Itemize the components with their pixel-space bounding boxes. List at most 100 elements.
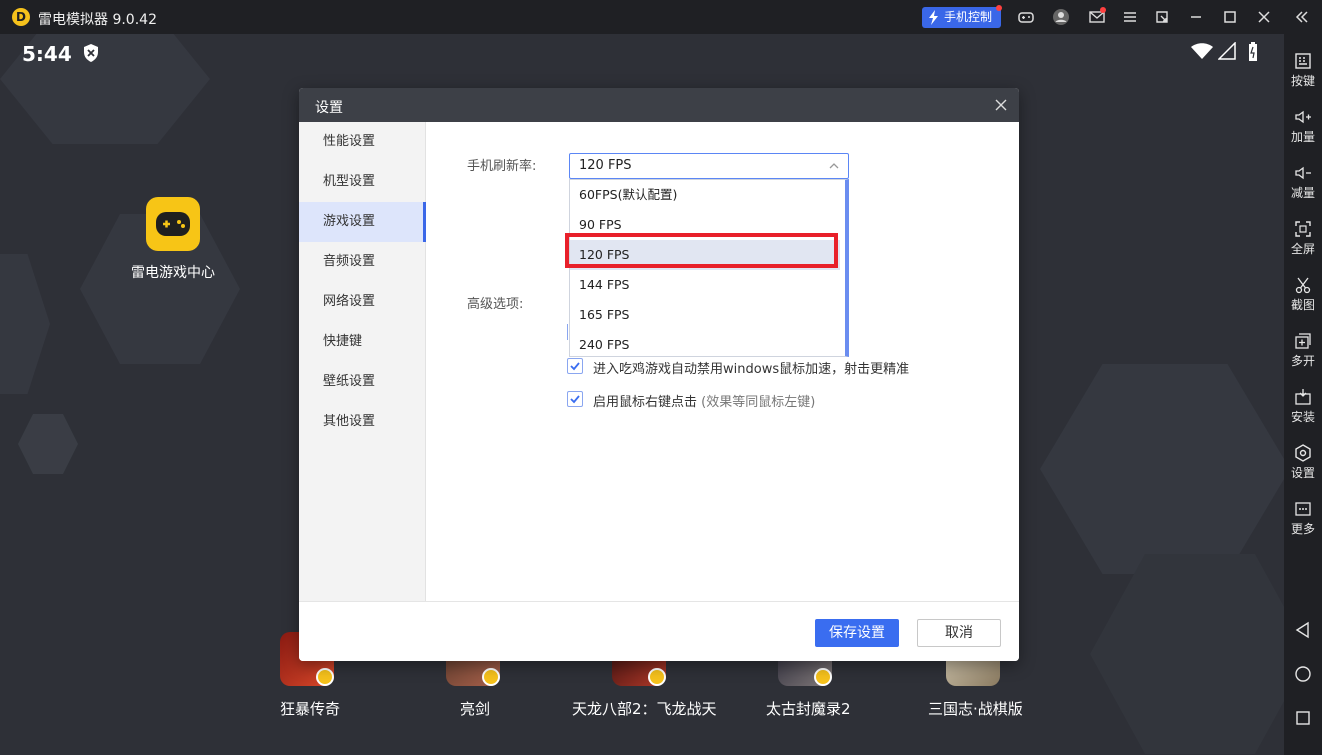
toolbar-label: 加量 <box>1290 130 1315 144</box>
minimize-icon[interactable] <box>1187 8 1205 26</box>
collapse-sidebar-icon[interactable] <box>1293 8 1311 26</box>
save-button[interactable]: 保存设置 <box>815 619 899 647</box>
toolbar-label: 减量 <box>1290 186 1315 200</box>
toolbar-label: 截图 <box>1290 298 1315 312</box>
emulator-badge-icon <box>316 668 334 686</box>
home-circle-icon <box>1295 666 1311 682</box>
settings-button[interactable]: 设置 <box>1284 432 1322 484</box>
maximize-icon[interactable] <box>1221 8 1239 26</box>
back-button[interactable] <box>1294 621 1312 639</box>
right-click-main: 启用鼠标右键点击 <box>593 395 698 410</box>
nav-other[interactable]: 其他设置 <box>299 402 426 442</box>
battery-icon <box>1249 42 1257 61</box>
signal-icon <box>1218 42 1236 60</box>
screenshot-button[interactable]: 截图 <box>1284 264 1322 316</box>
menu-icon[interactable] <box>1121 8 1139 26</box>
nav-model[interactable]: 机型设置 <box>299 162 426 202</box>
dialog-close-button[interactable] <box>993 97 1009 113</box>
game-center-app-icon[interactable] <box>146 197 200 251</box>
more-icon <box>1295 502 1311 516</box>
game-center-app-label: 雷电游戏中心 <box>131 265 215 281</box>
advanced-options-label: 高级选项: <box>467 297 524 312</box>
volume-up-button[interactable]: 加量 <box>1284 96 1322 148</box>
phone-control-label: 手机控制 <box>944 10 993 24</box>
cancel-button[interactable]: 取消 <box>917 619 1001 647</box>
nav-network[interactable]: 网络设置 <box>299 282 426 322</box>
gear-icon <box>1295 444 1311 462</box>
mouse-accel-label: 进入吃鸡游戏自动禁用windows鼠标加速，射击更精准 <box>593 362 910 377</box>
fullscreen-button[interactable]: 全屏 <box>1284 208 1322 260</box>
scissors-icon <box>1295 277 1311 294</box>
keymap-button[interactable]: 按键 <box>1284 40 1322 92</box>
chevron-up-icon <box>828 160 840 172</box>
restore-window-icon[interactable] <box>1153 8 1171 26</box>
check-icon <box>570 362 580 371</box>
dialog-header: 设置 <box>299 88 1019 122</box>
wifi-icon <box>1191 43 1213 59</box>
toolbar-label: 按键 <box>1290 74 1315 88</box>
fullscreen-icon <box>1295 221 1311 237</box>
nav-game[interactable]: 游戏设置 <box>299 202 426 242</box>
fps-option[interactable]: 240 FPS <box>570 330 840 360</box>
right-toolbar: 按键 加量 减量 全屏 截图 多开 安装 设置 更多 <box>1284 34 1322 755</box>
home-button[interactable] <box>1294 665 1312 683</box>
settings-nav: 性能设置 机型设置 游戏设置 音频设置 网络设置 快捷键 壁纸设置 其他设置 <box>299 122 426 601</box>
app-label: 天龙八部2：飞龙战天 <box>572 700 717 718</box>
multi-instance-button[interactable]: 多开 <box>1284 320 1322 372</box>
volume-down-icon <box>1295 166 1311 180</box>
fps-option[interactable]: 144 FPS <box>570 270 840 300</box>
mail-badge <box>1100 7 1106 13</box>
bg-hexagon <box>1040 364 1284 574</box>
toolbar-label: 更多 <box>1290 522 1315 536</box>
fps-option[interactable]: 60FPS(默认配置) <box>570 180 840 210</box>
recents-button[interactable] <box>1294 709 1312 727</box>
more-button[interactable]: 更多 <box>1284 488 1322 540</box>
dialog-title: 设置 <box>315 100 343 116</box>
shield-icon <box>84 44 98 62</box>
keyboard-icon <box>1295 53 1311 69</box>
apk-icon <box>1295 389 1311 405</box>
title-bar: D 雷电模拟器 9.0.42 手机控制 <box>0 0 1322 34</box>
avatar-icon[interactable] <box>1052 8 1070 26</box>
bg-hexagon <box>0 254 50 394</box>
back-triangle-icon <box>1295 621 1309 639</box>
clock: 5:44 <box>22 42 72 66</box>
fps-dropdown: 60FPS(默认配置) 90 FPS 120 FPS 144 FPS 165 F… <box>569 179 849 357</box>
emulator-badge-icon <box>648 668 666 686</box>
close-icon <box>995 99 1007 111</box>
refresh-rate-label: 手机刷新率: <box>467 159 537 174</box>
install-apk-button[interactable]: 安装 <box>1284 376 1322 428</box>
recents-square-icon <box>1296 711 1310 725</box>
emulator-badge-icon <box>814 668 832 686</box>
app-label: 三国志·战棋版 <box>928 700 1023 718</box>
nav-shortcuts[interactable]: 快捷键 <box>299 322 426 362</box>
app-logo-icon: D <box>12 8 30 26</box>
fps-option[interactable]: 165 FPS <box>570 300 840 330</box>
nav-audio[interactable]: 音频设置 <box>299 242 426 282</box>
checkbox-right-click[interactable] <box>567 391 583 407</box>
check-icon <box>570 395 580 404</box>
phone-control-button[interactable]: 手机控制 <box>922 7 1001 28</box>
toolbar-label: 全屏 <box>1290 242 1315 256</box>
refresh-rate-select[interactable]: 120 FPS <box>569 153 849 179</box>
notification-dot <box>996 5 1002 11</box>
bg-hexagon <box>1090 554 1284 754</box>
emulator-badge-icon <box>482 668 500 686</box>
app-label: 太古封魔录2 <box>766 700 851 718</box>
bg-hexagon <box>18 414 78 474</box>
multi-window-icon <box>1295 333 1311 349</box>
settings-dialog: 设置 性能设置 机型设置 游戏设置 音频设置 网络设置 快捷键 壁纸设置 其他设… <box>299 88 1019 661</box>
close-icon[interactable] <box>1255 8 1273 26</box>
nav-performance[interactable]: 性能设置 <box>299 122 426 162</box>
toolbar-label: 多开 <box>1290 354 1315 368</box>
volume-down-button[interactable]: 减量 <box>1284 152 1322 204</box>
highlight-box <box>565 233 838 268</box>
app-label: 亮剑 <box>460 700 491 718</box>
right-click-label: 启用鼠标右键点击 (效果等同鼠标左键) <box>593 391 815 410</box>
window-title: 雷电模拟器 9.0.42 <box>38 12 157 28</box>
toolbar-label: 安装 <box>1290 410 1315 424</box>
nav-wallpaper[interactable]: 壁纸设置 <box>299 362 426 402</box>
checkbox-mouse-accel[interactable] <box>567 358 583 374</box>
gamepad-icon[interactable] <box>1017 8 1035 26</box>
app-label: 狂暴传奇 <box>280 700 341 718</box>
